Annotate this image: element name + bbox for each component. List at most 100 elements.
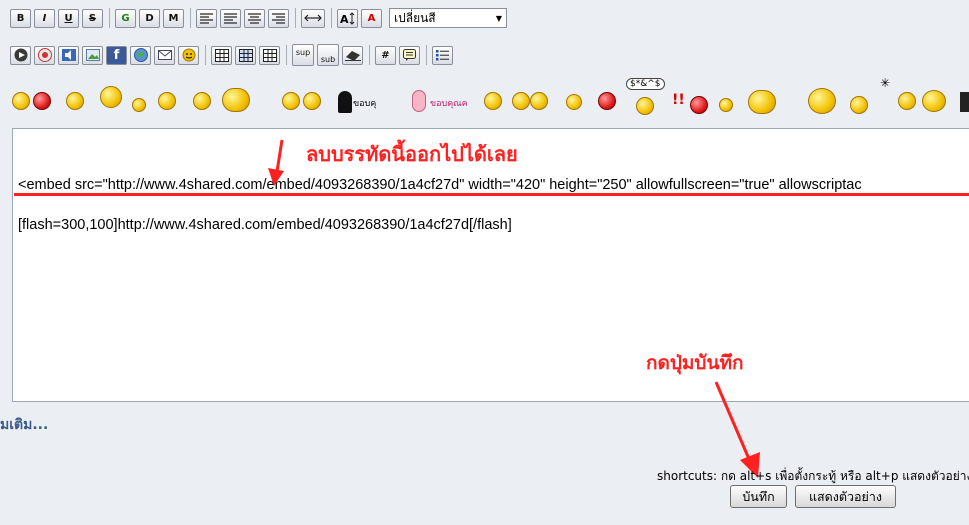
align-right-icon[interactable] xyxy=(268,8,289,28)
strike-button[interactable]: S xyxy=(82,8,103,28)
subscript-label: sub xyxy=(320,54,336,64)
bold-button[interactable]: B xyxy=(10,8,31,28)
audio-icon[interactable] xyxy=(58,45,79,65)
table-icon[interactable] xyxy=(211,45,232,65)
annotation-press-save: กดปุ่มบันทึก xyxy=(646,352,744,374)
color-select-value: เปลี่ยนสี xyxy=(394,10,436,25)
hr-glyph xyxy=(304,14,322,22)
hash-label: # xyxy=(381,49,390,61)
align-left2-glyph xyxy=(224,12,237,24)
thumbs-smiley-icon[interactable] xyxy=(282,92,300,110)
exclaim-icon[interactable]: !! xyxy=(672,92,685,108)
ninja-smiley-icon[interactable] xyxy=(338,91,352,113)
subscript-button[interactable]: sub xyxy=(317,44,339,66)
font-m-button[interactable]: M xyxy=(163,8,184,28)
smiley-icon[interactable] xyxy=(66,92,84,110)
thanks-smiley-label[interactable]: ขอบคุ xyxy=(353,96,376,110)
save-button[interactable]: บันทึก xyxy=(730,485,787,508)
align-center-glyph xyxy=(248,12,261,24)
color-select[interactable]: เปลี่ยนสี ▼ xyxy=(389,8,507,28)
table-row-icon[interactable] xyxy=(235,45,256,65)
drink-smiley-icon[interactable] xyxy=(193,92,211,110)
more-options-link[interactable]: มเติม... xyxy=(0,414,48,436)
beer-smiley-icon[interactable] xyxy=(158,92,176,110)
save-button-label: บันทึก xyxy=(742,488,775,504)
toolbar-divider xyxy=(190,8,191,28)
facebook-glyph: f xyxy=(113,47,120,63)
sparkle-icon: ✳ xyxy=(880,76,891,90)
preview-button[interactable]: แสดงตัวอย่าง xyxy=(795,485,896,508)
svg-text:A: A xyxy=(340,13,349,25)
toolbar-divider xyxy=(426,45,427,65)
eraser-glyph xyxy=(344,51,361,61)
align-left2-icon[interactable] xyxy=(220,8,241,28)
toolbar-row-2: f sup sub # xyxy=(10,44,456,66)
table-cell-glyph xyxy=(262,48,277,62)
devil-smiley-icon[interactable] xyxy=(33,92,51,110)
smiley-icon[interactable] xyxy=(132,98,146,112)
font-d-label: D xyxy=(145,12,154,24)
hash-button[interactable]: # xyxy=(375,45,396,65)
table-cell-icon[interactable] xyxy=(259,45,280,65)
globe-glyph xyxy=(133,48,148,62)
cool-smiley-icon[interactable] xyxy=(484,92,502,110)
girl-smiley-icon[interactable] xyxy=(412,90,426,112)
thumbs-smiley-icon[interactable] xyxy=(303,92,321,110)
toolbar-divider xyxy=(205,45,206,65)
angry-smiley-icon[interactable] xyxy=(598,92,616,110)
italic-button[interactable]: I xyxy=(34,8,55,28)
web-link-icon[interactable] xyxy=(130,45,151,65)
annotation-delete-line: ลบบรรทัดนี้ออกไปได้เลย xyxy=(306,142,518,166)
flash-media-icon[interactable] xyxy=(34,45,55,65)
font-m-label: M xyxy=(168,12,179,24)
email-glyph xyxy=(157,50,172,60)
toolbar-divider xyxy=(369,45,370,65)
thumbs-smiley-icon[interactable] xyxy=(512,92,530,110)
quote-icon[interactable] xyxy=(399,45,420,65)
list-icon[interactable] xyxy=(432,45,453,65)
font-color-label: A xyxy=(367,12,376,24)
email-icon[interactable] xyxy=(154,45,175,65)
align-left-icon[interactable] xyxy=(196,8,217,28)
font-d-button[interactable]: D xyxy=(139,8,160,28)
underline-button[interactable]: U xyxy=(58,8,79,28)
emoticon-glyph xyxy=(182,48,195,62)
annotation-arrow-down-icon xyxy=(268,139,284,186)
flash-glyph xyxy=(37,48,52,62)
fuming-smiley-icon[interactable] xyxy=(690,96,708,114)
smiley-icon[interactable] xyxy=(12,92,30,110)
toolbar-divider xyxy=(295,8,296,28)
more-smiley-icon[interactable] xyxy=(960,92,969,112)
font-size-icon[interactable]: A xyxy=(337,8,358,28)
grin-smiley-icon[interactable] xyxy=(898,92,916,110)
thanks-girl-label[interactable]: ขอบคุณค xyxy=(430,96,468,110)
sad-smiley-icon[interactable] xyxy=(719,98,733,112)
thumbs-smiley-icon[interactable] xyxy=(530,92,548,110)
wink-smiley-icon[interactable] xyxy=(566,94,582,110)
emoticon-insert-icon[interactable] xyxy=(178,45,199,65)
align-center-icon[interactable] xyxy=(244,8,265,28)
heart-smiley-icon[interactable] xyxy=(808,88,836,114)
toolbar-divider xyxy=(109,8,110,28)
strike-label: S xyxy=(88,12,97,24)
happy-hands-smiley-icon[interactable] xyxy=(748,90,776,114)
strikeout-icon[interactable] xyxy=(342,45,363,65)
flash-code-line: [flash=300,100]http://www.4shared.com/em… xyxy=(18,217,512,233)
tired-smiley-icon[interactable] xyxy=(922,90,946,112)
swearing-smiley-icon[interactable]: $*&^$ xyxy=(626,78,665,90)
align-left-glyph xyxy=(200,12,213,24)
image-icon[interactable] xyxy=(82,45,103,65)
font-g-button[interactable]: G xyxy=(115,8,136,28)
superscript-button[interactable]: sup xyxy=(292,44,314,66)
horizontal-rule-icon[interactable] xyxy=(301,8,325,28)
facebook-icon[interactable]: f xyxy=(106,45,127,65)
preview-button-label: แสดงตัวอย่าง xyxy=(809,488,882,504)
play-media-icon[interactable] xyxy=(10,45,31,65)
cheer-smiley-icon[interactable] xyxy=(100,86,122,108)
play-glyph xyxy=(14,48,27,62)
blush-smiley-icon[interactable] xyxy=(850,96,868,114)
hug-smiley-icon[interactable] xyxy=(222,88,250,112)
font-g-label: G xyxy=(121,12,130,24)
font-color-button[interactable]: A xyxy=(361,8,382,28)
toolbar-divider xyxy=(286,45,287,65)
